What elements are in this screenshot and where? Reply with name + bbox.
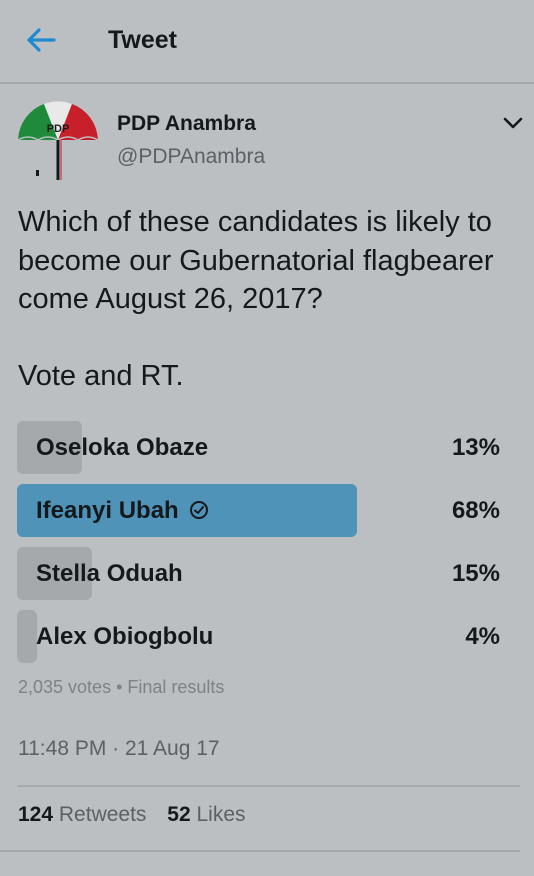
poll-meta: 2,035 votes • Final results xyxy=(18,677,225,697)
author-handle[interactable]: @PDPAnambra xyxy=(117,143,265,171)
tweet-text: Which of these candidates is likely to b… xyxy=(18,203,528,395)
poll-option-label: Alex Obiogbolu xyxy=(36,623,214,650)
poll-percent: 13% xyxy=(451,434,500,461)
poll-option-label: Stella Oduah xyxy=(36,560,183,587)
poll-option[interactable]: Stella Oduah 15% xyxy=(17,547,521,600)
engagement-stats: 124 Retweets 52 Likes xyxy=(18,801,261,829)
poll-option-label: Oseloka Obaze xyxy=(36,434,209,461)
retweets-count: 124 xyxy=(18,803,54,826)
timestamp: 11:48 PM · 21 Aug 17 xyxy=(18,737,220,760)
header-divider xyxy=(0,82,534,84)
poll-percent: 68% xyxy=(451,497,500,524)
likes-label: Likes xyxy=(196,803,246,826)
poll-option[interactable]: Ifeanyi Ubah 68% xyxy=(17,484,521,537)
chevron-down-icon xyxy=(503,117,523,129)
poll-option[interactable]: Alex Obiogbolu 4% xyxy=(17,610,521,663)
retweets-stat[interactable]: 124 Retweets xyxy=(18,801,146,829)
divider xyxy=(18,785,520,787)
app-header: Tweet xyxy=(0,0,534,82)
poll-option[interactable]: Oseloka Obaze 13% xyxy=(17,421,521,474)
retweets-label: Retweets xyxy=(58,803,147,826)
likes-stat[interactable]: 52 Likes xyxy=(167,801,245,829)
check-circle-icon xyxy=(189,500,208,519)
poll-percent: 15% xyxy=(451,560,500,587)
likes-count: 52 xyxy=(167,803,191,826)
divider xyxy=(0,850,520,852)
poll-bar xyxy=(17,610,37,663)
svg-text:PDP: PDP xyxy=(47,123,70,135)
avatar[interactable]: PDP xyxy=(14,96,102,184)
tweet-text-line: Vote and RT. xyxy=(18,359,184,392)
poll-percent: 4% xyxy=(465,623,500,650)
back-button[interactable] xyxy=(24,24,60,56)
pdp-umbrella-logo: PDP xyxy=(17,101,99,180)
page-title: Tweet xyxy=(108,26,177,54)
arrow-left-icon xyxy=(27,28,56,52)
author-name[interactable]: PDP Anambra xyxy=(117,110,256,138)
poll-option-label: Ifeanyi Ubah xyxy=(36,484,209,537)
tweet-menu-button[interactable] xyxy=(500,112,526,134)
tweet-text-line: Which of these candidates is likely to b… xyxy=(18,206,494,315)
